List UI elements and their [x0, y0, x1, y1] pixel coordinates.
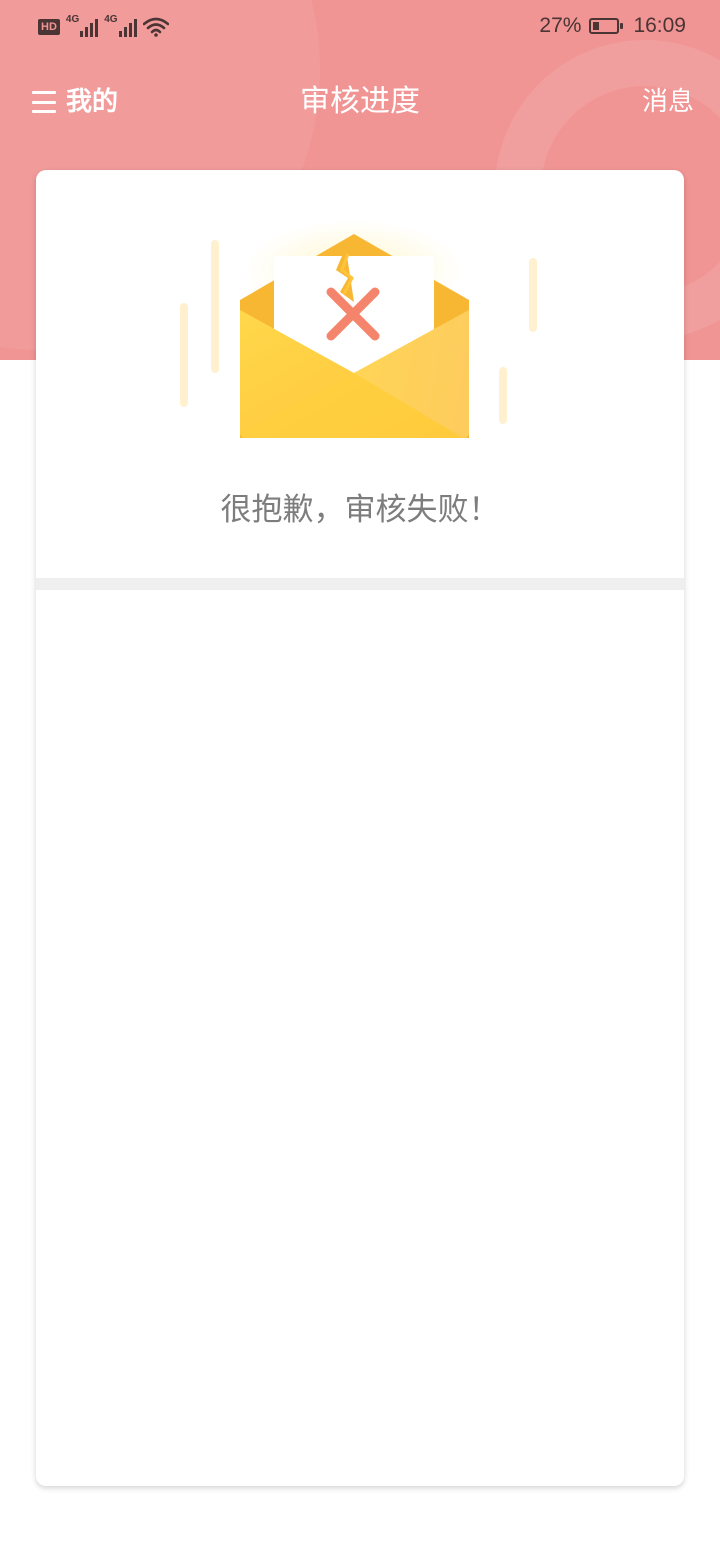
signal-bars-icon	[118, 19, 137, 37]
details-area	[36, 590, 684, 1486]
messages-button[interactable]: 消息	[642, 86, 694, 118]
review-failed-message: 很抱歉，审核失败！	[220, 492, 500, 528]
battery-icon	[589, 18, 624, 34]
signal-1: 4G	[65, 14, 99, 37]
status-bar: HD 4G 4G 27% 16:09	[0, 0, 720, 52]
network-type-2: 4G	[104, 14, 118, 25]
battery-percent: 27%	[539, 14, 582, 37]
nav-bar: 我的 审核进度 消息	[0, 72, 720, 132]
signal-2: 4G	[104, 14, 137, 37]
battery-fill	[593, 22, 600, 30]
clock: 16:09	[633, 14, 686, 37]
review-status-card: 很抱歉，审核失败！	[36, 170, 684, 1486]
network-type-1: 4G	[65, 14, 80, 25]
status-bar-right: 27% 16:09	[539, 12, 686, 40]
failed-envelope-icon	[180, 220, 537, 438]
page-title: 审核进度	[300, 84, 420, 119]
signal-bars-icon	[80, 19, 99, 37]
section-divider	[36, 578, 684, 590]
hd-badge: HD	[38, 19, 60, 35]
status-bar-left: HD 4G 4G	[38, 13, 169, 37]
wifi-icon	[142, 17, 169, 37]
review-result-section: 很抱歉，审核失败！	[36, 170, 684, 578]
